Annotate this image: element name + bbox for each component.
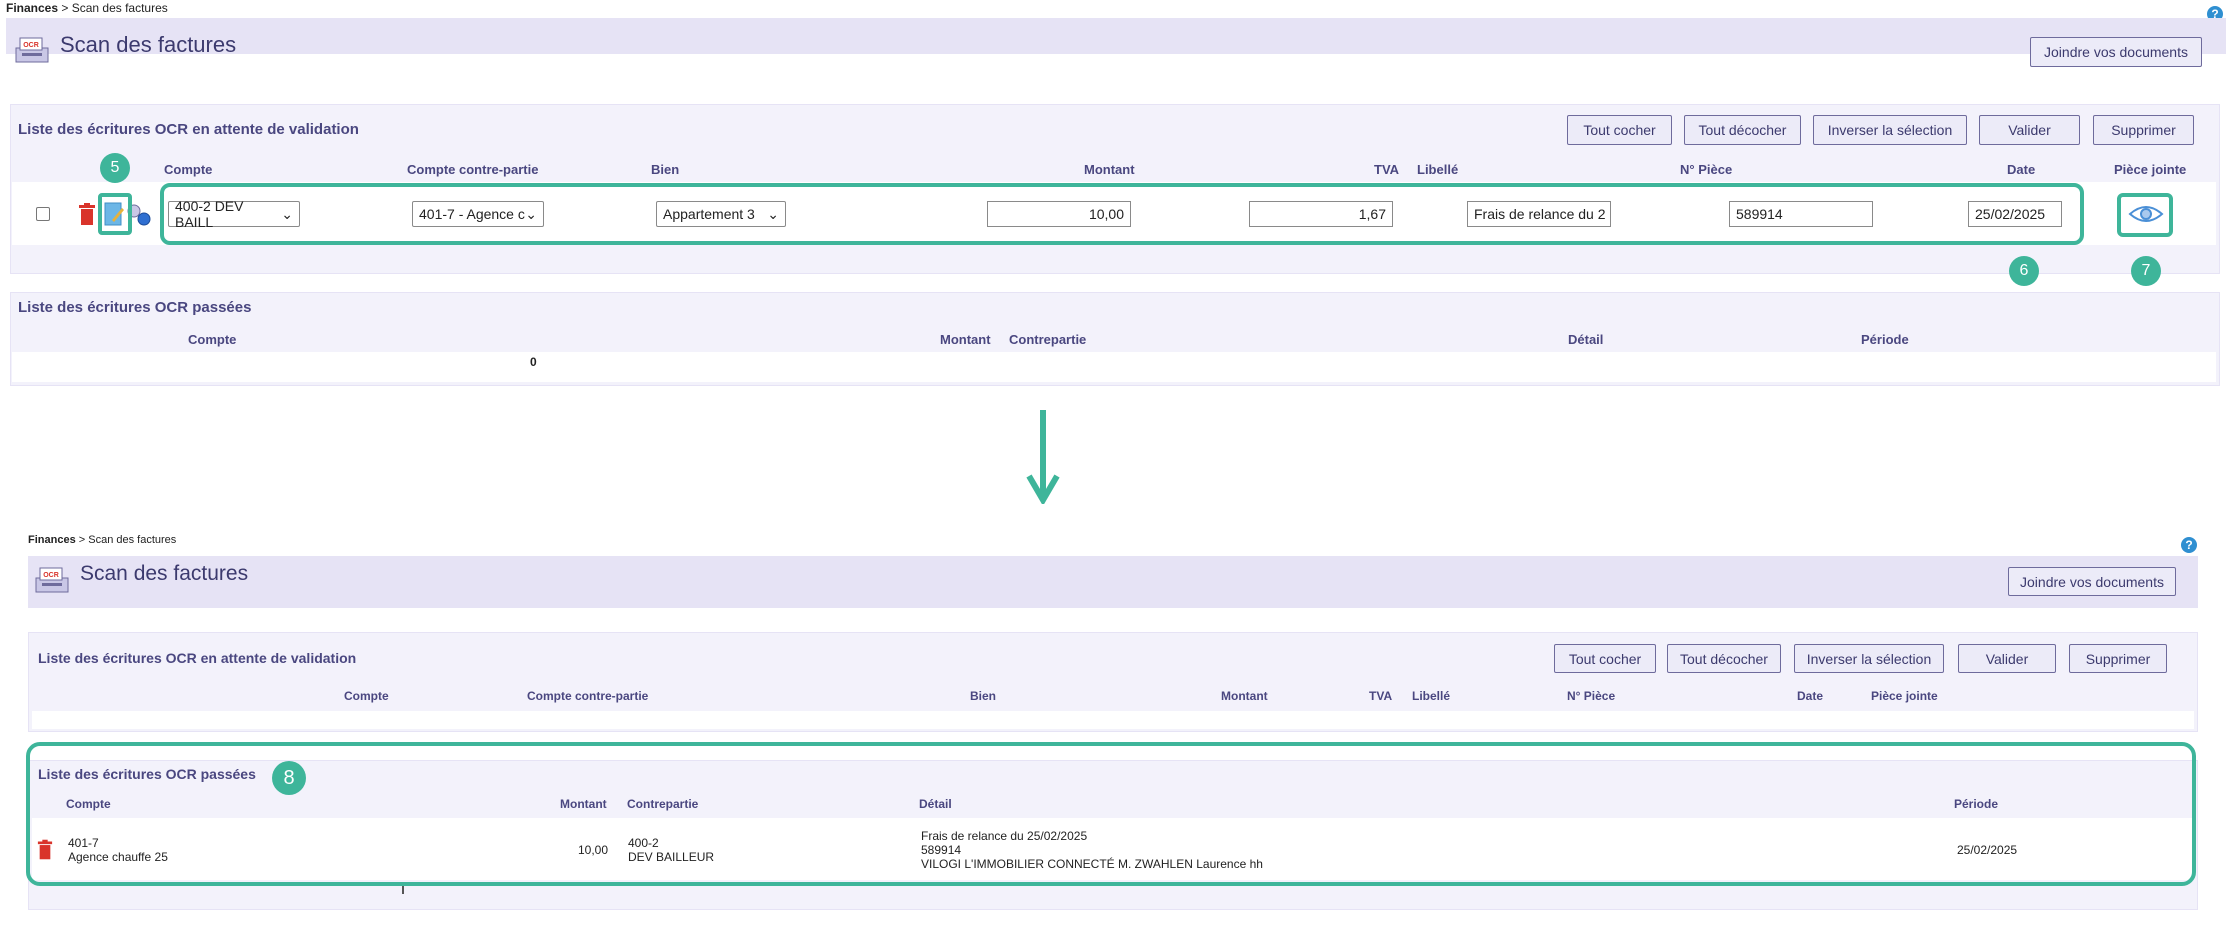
highlight-attachment	[2117, 193, 2173, 237]
col-compte-contrepartie: Compte contre-partie	[527, 689, 649, 703]
col-libelle: Libellé	[1412, 689, 1451, 703]
col-tva: TVA	[1374, 162, 1400, 177]
svg-text:OCR: OCR	[23, 42, 39, 49]
join-documents-button[interactable]: Joindre vos documents	[2008, 567, 2176, 596]
col-tva: TVA	[1369, 689, 1393, 703]
breadcrumb-root[interactable]: Finances	[28, 534, 76, 546]
pending-section-title: Liste des écritures OCR en attente de va…	[18, 121, 359, 138]
step-badge-7: 7	[2131, 256, 2161, 286]
title-bar	[28, 556, 2198, 608]
invert-selection-button[interactable]: Inverser la sélection	[1794, 644, 1944, 673]
col-date: Date	[2007, 162, 2036, 177]
col-montant: Montant	[940, 332, 991, 347]
col-libelle: Libellé	[1417, 162, 1459, 177]
col-bien: Bien	[970, 689, 997, 703]
highlight-edit	[98, 193, 132, 235]
breadcrumb: Finances > Scan des factures	[6, 1, 168, 15]
page-title: Scan des factures	[60, 32, 237, 57]
ocr-logo-icon: OCR	[14, 36, 50, 69]
col-compte: Compte	[188, 332, 237, 347]
arrow-down-icon	[1026, 408, 1060, 509]
step-badge-6: 6	[2009, 256, 2039, 286]
pending-section-title: Liste des écritures OCR en attente de va…	[38, 650, 357, 666]
help-icon[interactable]: ?	[2181, 537, 2197, 553]
col-detail: Détail	[1568, 332, 1604, 347]
check-all-button[interactable]: Tout cocher	[1554, 644, 1656, 673]
uncheck-all-button[interactable]: Tout décocher	[1684, 115, 1801, 145]
total-value: 0	[530, 355, 537, 369]
invert-selection-button[interactable]: Inverser la sélection	[1813, 115, 1967, 145]
col-compte: Compte	[344, 689, 389, 703]
validate-button[interactable]: Valider	[1979, 115, 2080, 145]
highlight-passed	[26, 742, 2196, 886]
step-badge-8: 8	[272, 761, 306, 795]
col-compte: Compte	[164, 162, 213, 177]
validate-button[interactable]: Valider	[1958, 644, 2056, 673]
col-montant: Montant	[1084, 162, 1135, 177]
title-bar	[6, 18, 2226, 54]
breadcrumb-root[interactable]: Finances	[6, 1, 58, 15]
page-title: Scan des factures	[80, 562, 249, 585]
uncheck-all-button[interactable]: Tout décocher	[1667, 644, 1781, 673]
row-checkbox[interactable]	[36, 207, 50, 221]
totals-row	[12, 352, 2216, 382]
trash-icon[interactable]	[78, 203, 96, 230]
breadcrumb-current: Scan des factures	[88, 534, 177, 546]
passed-section-title: Liste des écritures OCR passées	[18, 299, 252, 316]
col-contrepartie: Contrepartie	[1009, 332, 1087, 347]
col-numero-piece: N° Pièce	[1567, 689, 1616, 703]
table-row	[32, 711, 2194, 729]
highlight-fields	[160, 183, 2084, 245]
check-all-button[interactable]: Tout cocher	[1567, 115, 1672, 145]
col-piece-jointe: Pièce jointe	[1871, 689, 1938, 703]
col-montant: Montant	[1221, 689, 1268, 703]
svg-text:OCR: OCR	[43, 572, 59, 579]
col-numero-piece: N° Pièce	[1680, 162, 1733, 177]
col-bien: Bien	[651, 162, 680, 177]
join-documents-button[interactable]: Joindre vos documents	[2030, 37, 2202, 67]
col-piece-jointe: Pièce jointe	[2114, 162, 2187, 177]
col-date: Date	[1797, 689, 1824, 703]
delete-button[interactable]: Supprimer	[2069, 644, 2167, 673]
ocr-logo-icon: OCR	[34, 566, 70, 599]
step-badge-5: 5	[100, 153, 130, 183]
breadcrumb-current: Scan des factures	[71, 1, 168, 15]
col-periode: Période	[1861, 332, 1909, 347]
breadcrumb: Finances > Scan des factures	[28, 534, 177, 546]
col-compte-contrepartie: Compte contre-partie	[407, 162, 539, 177]
delete-button[interactable]: Supprimer	[2093, 115, 2194, 145]
